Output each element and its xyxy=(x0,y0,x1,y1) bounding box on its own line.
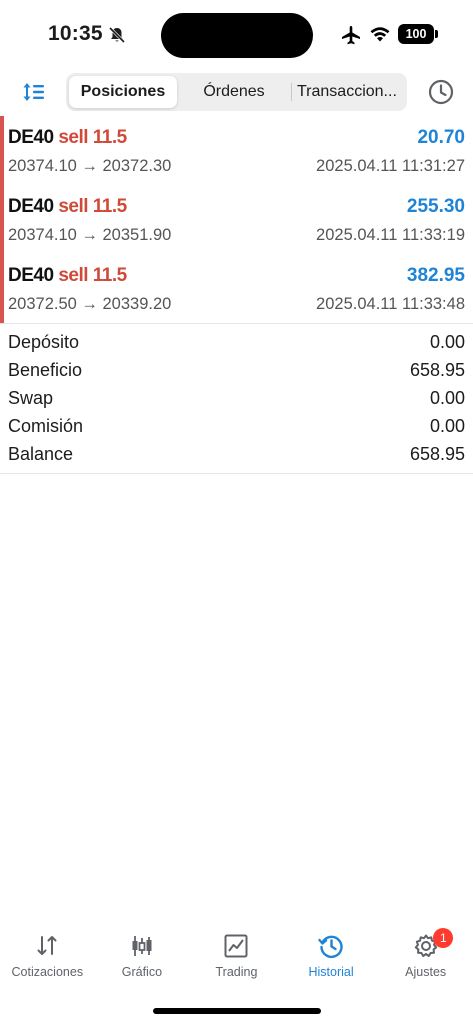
position-row[interactable]: DE40 sell 11.5 382.95 20372.50 → 20339.2… xyxy=(0,254,473,323)
summary-section: Depósito 0.00 Beneficio 658.95 Swap 0.00… xyxy=(0,329,473,469)
position-profit: 20.70 xyxy=(417,127,465,148)
summary-row: Swap 0.00 xyxy=(0,385,473,413)
position-prices: 20372.50 → 20339.20 xyxy=(8,295,172,313)
divider xyxy=(0,473,473,474)
dynamic-island xyxy=(161,13,313,58)
tab-grafico[interactable]: Gráfico xyxy=(95,925,190,995)
history-icon xyxy=(318,935,343,959)
summary-row: Beneficio 658.95 xyxy=(0,357,473,385)
summary-label: Swap xyxy=(8,388,54,408)
summary-value: 658.95 xyxy=(409,360,465,380)
summary-row: Depósito 0.00 xyxy=(0,329,473,357)
summary-label: Balance xyxy=(8,444,74,464)
battery-tip xyxy=(435,30,438,38)
sort-button[interactable] xyxy=(18,78,50,106)
segmented-control: Posiciones Órdenes Transaccion... xyxy=(66,73,407,111)
position-side: sell 11.5 xyxy=(58,127,127,148)
notification-badge: 1 xyxy=(433,928,454,948)
position-row[interactable]: DE40 sell 11.5 255.30 20374.10 → 20351.9… xyxy=(0,185,473,254)
tab-trading[interactable]: Trading xyxy=(189,925,284,995)
wifi-icon xyxy=(370,27,390,42)
position-symbol: DE40 xyxy=(8,265,54,286)
position-side: sell 11.5 xyxy=(58,265,127,286)
position-datetime: 2025.04.11 11:33:19 xyxy=(316,226,465,244)
airplane-icon xyxy=(342,26,360,45)
summary-value: 0.00 xyxy=(429,332,465,352)
sort-icon xyxy=(23,83,44,101)
trading-icon xyxy=(224,934,248,958)
quotes-icon xyxy=(37,936,57,955)
tab-ordenes[interactable]: Órdenes xyxy=(177,76,291,108)
summary-row: Comisión 0.00 xyxy=(0,413,473,441)
tab-label: Cotizaciones xyxy=(11,965,84,979)
tab-label: Trading xyxy=(215,965,258,979)
top-toolbar: Posiciones Órdenes Transaccion... xyxy=(0,70,473,114)
position-side: sell 11.5 xyxy=(58,196,127,217)
summary-label: Depósito xyxy=(8,332,80,352)
status-time: 10:35 xyxy=(48,22,103,45)
position-prices: 20374.10 → 20351.90 xyxy=(8,226,172,244)
summary-row: Balance 658.95 xyxy=(0,441,473,469)
tab-label: Historial xyxy=(308,965,354,979)
summary-value: 0.00 xyxy=(429,416,465,436)
bell-off-icon xyxy=(108,26,126,44)
battery-icon: 100 xyxy=(398,24,434,44)
summary-value: 658.95 xyxy=(409,444,465,464)
position-symbol: DE40 xyxy=(8,196,54,217)
summary-label: Beneficio xyxy=(8,360,83,380)
position-row[interactable]: DE40 sell 11.5 20.70 20374.10 → 20372.30… xyxy=(0,116,473,185)
tab-historial[interactable]: Historial xyxy=(284,925,379,995)
positions-list: DE40 sell 11.5 20.70 20374.10 → 20372.30… xyxy=(0,116,473,324)
position-profit: 255.30 xyxy=(406,196,465,217)
tab-label: Ajustes xyxy=(405,965,447,979)
summary-value: 0.00 xyxy=(429,388,465,408)
chart-icon xyxy=(132,936,152,956)
tab-ajustes[interactable]: Ajustes 1 xyxy=(378,925,473,995)
position-profit: 382.95 xyxy=(406,265,465,286)
status-bar: 10:35 100 xyxy=(0,0,473,70)
tab-bar: Cotizaciones Gráfico Trading Historial A… xyxy=(0,925,473,995)
divider xyxy=(0,323,473,324)
clock-icon[interactable] xyxy=(427,78,455,106)
home-indicator xyxy=(153,1008,321,1014)
tab-transacciones[interactable]: Transaccion... xyxy=(291,76,404,108)
position-prices: 20374.10 → 20372.30 xyxy=(8,157,172,175)
summary-label: Comisión xyxy=(8,416,84,436)
tab-posiciones[interactable]: Posiciones xyxy=(69,76,177,108)
position-datetime: 2025.04.11 11:33:48 xyxy=(316,295,465,313)
tab-cotizaciones[interactable]: Cotizaciones xyxy=(0,925,95,995)
position-symbol: DE40 xyxy=(8,127,54,148)
tab-label: Gráfico xyxy=(121,965,163,979)
position-datetime: 2025.04.11 11:31:27 xyxy=(316,157,465,175)
